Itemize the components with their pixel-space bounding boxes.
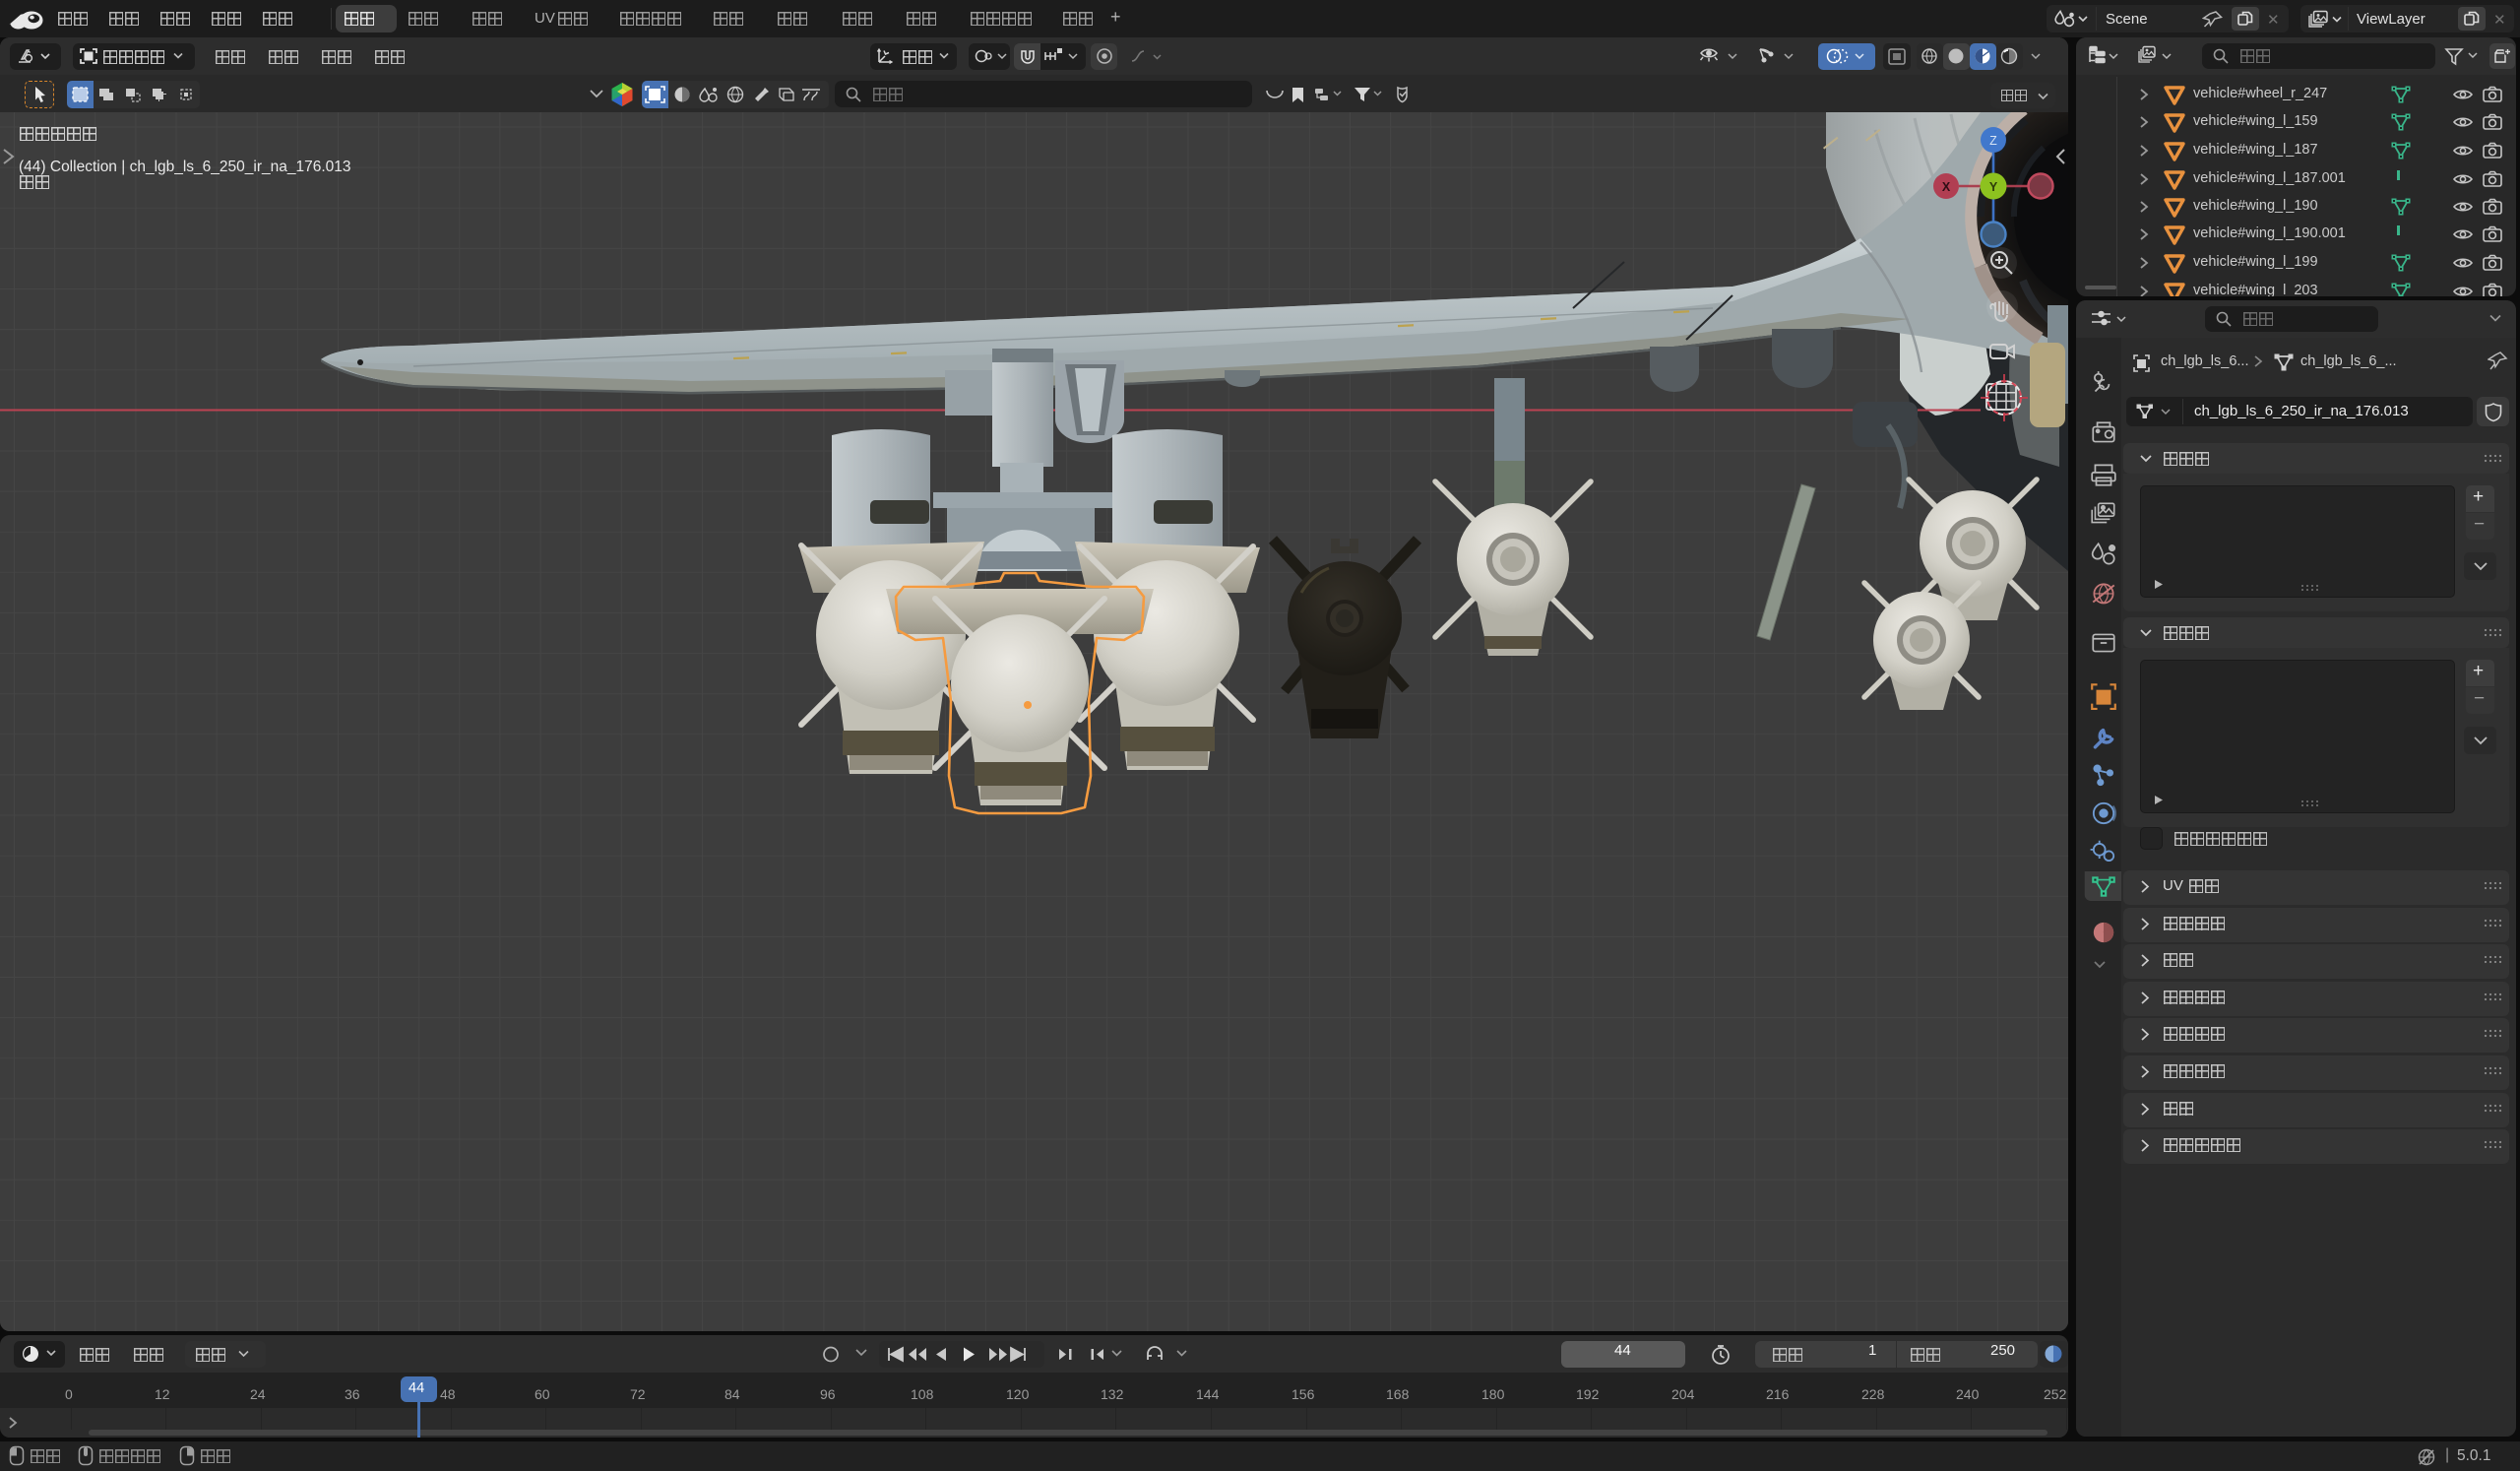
svg-text:(44) Collection | ch_lgb_ls_6_: (44) Collection | ch_lgb_ls_6_250_ir_na_… [19,159,351,175]
svg-text:X: X [1942,180,1951,194]
svg-text:Y: Y [1989,180,1998,194]
svg-text:Z: Z [1989,134,1997,148]
